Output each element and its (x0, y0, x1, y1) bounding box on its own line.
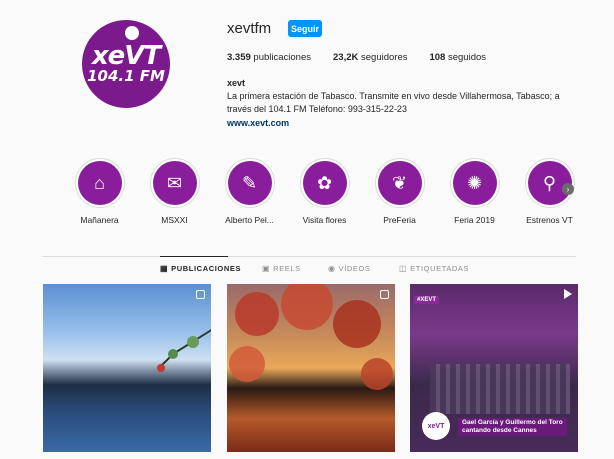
tabs-divider (42, 256, 576, 257)
highlight-label: Alberto Pel... (225, 215, 274, 225)
reels-icon: ▣ (262, 264, 271, 273)
tab-videos[interactable]: ◉ VÍDEOS (328, 264, 371, 273)
highlight-label: PreFeria (383, 215, 416, 225)
avatar-dot (125, 26, 139, 40)
chat-icon: ✉ (152, 161, 197, 205)
highlight-item[interactable]: ❦ PreFeria (362, 158, 437, 225)
chevron-right-icon[interactable]: › (562, 183, 574, 195)
highlight-label: Estrenos VT (526, 215, 573, 225)
branch-silhouette (157, 329, 211, 372)
tagged-icon: ◫ (399, 264, 408, 273)
video-icon: ◉ (328, 264, 336, 273)
post-tile[interactable] (43, 284, 211, 452)
post-tile[interactable] (227, 284, 395, 452)
tab-reels[interactable]: ▣ REELS (262, 264, 301, 273)
highlight-label: Visita flores (302, 215, 347, 225)
avatar-frequency: 104.1 FM (87, 67, 165, 85)
carousel-icon (196, 290, 205, 299)
blossom-silhouette (229, 284, 393, 390)
tab-publicaciones[interactable]: ▦ PUBLICACIONES (160, 264, 241, 273)
grid-icon: ▦ (160, 264, 169, 273)
story-highlights: ⌂ Mañanera ✉ MSXXI ✎ Alberto Pel... ✿ Vi… (62, 158, 587, 225)
highlight-item[interactable]: ✉ MSXXI (137, 158, 212, 225)
highlight-item[interactable]: ⌂ Mañanera (62, 158, 137, 225)
stat-posts: 3.359 publicaciones (227, 52, 311, 63)
profile-avatar[interactable]: xeVT 104.1 FM (82, 20, 170, 108)
post-logo: xeVT (422, 412, 450, 440)
carousel-icon (380, 290, 389, 299)
follow-button[interactable]: Seguir (288, 20, 322, 37)
tab-etiquetadas[interactable]: ◫ ETIQUETADAS (399, 264, 469, 273)
highlight-label: MSXXI (161, 215, 188, 225)
flower-icon: ✿ (302, 161, 347, 205)
post-caption: Gael García y Guillermo del Toro cantand… (458, 418, 567, 436)
podium-icon: ⌂ (77, 161, 122, 205)
post-hashtag: #XEVT (414, 296, 440, 304)
stat-following[interactable]: 108 seguidos (429, 52, 486, 63)
avatar-brand: xeVT (91, 41, 161, 71)
bio-text: La primera estación de Tabasco. Transmit… (227, 91, 560, 114)
stat-followers[interactable]: 23,2K seguidores (333, 52, 407, 63)
bio-link[interactable]: www.xevt.com (227, 118, 289, 128)
ferris-wheel-icon: ✺ (452, 161, 497, 205)
leaf-icon: ❦ (377, 161, 422, 205)
video-icon (564, 289, 572, 299)
highlight-item[interactable]: ⚲ Estrenos VT (512, 158, 587, 225)
post-tile[interactable]: #XEVT xeVT Gael García y Guillermo del T… (410, 284, 578, 452)
highlight-label: Mañanera (80, 215, 119, 225)
highlight-item[interactable]: ✎ Alberto Pel... (212, 158, 287, 225)
bio-name: xevt (227, 78, 246, 88)
highlight-item[interactable]: ✺ Feria 2019 (437, 158, 512, 225)
profile-stats: 3.359 publicaciones 23,2K seguidores 108… (227, 52, 508, 63)
highlight-item[interactable]: ✿ Visita flores (287, 158, 362, 225)
highlight-label: Feria 2019 (454, 215, 495, 225)
active-tab-indicator (160, 256, 228, 257)
profile-username: xevtfm (227, 20, 272, 37)
microphone-icon: ✎ (227, 161, 272, 205)
stage-crowd (430, 364, 570, 414)
